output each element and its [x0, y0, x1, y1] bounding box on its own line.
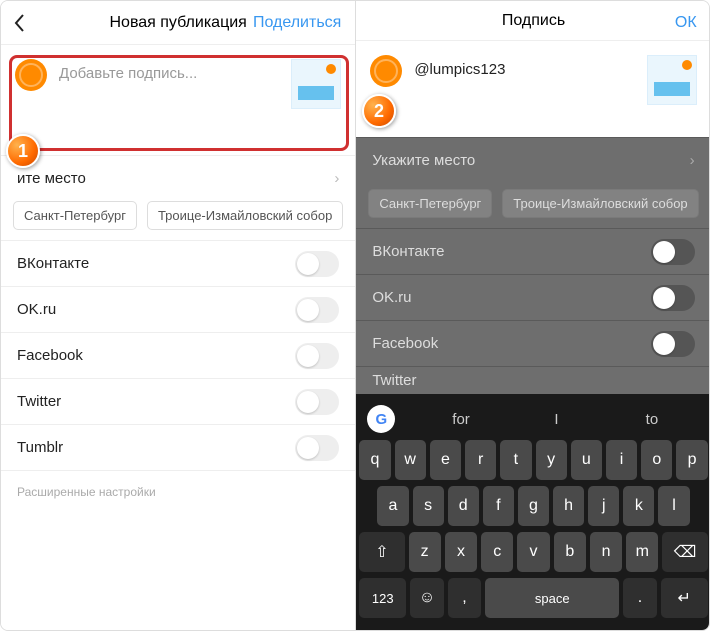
screen-new-post: Новая публикация Поделиться Добавьте под… [1, 1, 355, 630]
key-v[interactable]: v [517, 532, 549, 572]
key-m[interactable]: m [626, 532, 658, 572]
key-d[interactable]: d [448, 486, 479, 526]
suggestion-3[interactable]: to [604, 411, 699, 428]
key-emoji[interactable]: ☺ [410, 578, 444, 618]
screen-caption-edit: Подпись ОК @lumpics123 Укажите место › С… [355, 1, 710, 630]
caption-area[interactable]: Добавьте подпись... [1, 45, 355, 155]
share-button[interactable]: Поделиться [253, 1, 341, 45]
header-title: Новая публикация [109, 14, 246, 32]
key-l[interactable]: l [658, 486, 689, 526]
avatar [370, 55, 402, 87]
key-row-3: ⇧ z x c v b n m ⌫ [359, 532, 707, 572]
key-f[interactable]: f [483, 486, 514, 526]
key-x[interactable]: x [445, 532, 477, 572]
callout-badge-1: 1 [6, 134, 40, 168]
google-icon[interactable]: G [367, 405, 395, 433]
key-p[interactable]: p [676, 440, 707, 480]
key-z[interactable]: z [409, 532, 441, 572]
share-vk[interactable]: ВКонтакте [1, 240, 355, 286]
dimmed-content: Укажите место › Санкт-Петербург Троице-И… [356, 137, 710, 394]
key-enter[interactable]: ↵ [661, 578, 708, 618]
key-backspace[interactable]: ⌫ [662, 532, 707, 572]
share-tumblr[interactable]: Tumblr [1, 424, 355, 470]
key-q[interactable]: q [359, 440, 390, 480]
location-row: Укажите место › [356, 137, 710, 183]
chevron-right-icon: › [690, 152, 695, 169]
share-ok[interactable]: OK.ru [1, 286, 355, 332]
caption-input[interactable]: Добавьте подпись... [59, 59, 279, 82]
suggestion-2[interactable]: I [509, 411, 604, 428]
header-title: Подпись [502, 12, 565, 30]
caption-area[interactable]: @lumpics123 [356, 41, 710, 137]
share-ok: OK.ru [356, 274, 710, 320]
key-g[interactable]: g [518, 486, 549, 526]
share-vk: ВКонтакте [356, 228, 710, 274]
key-comma[interactable]: , [448, 578, 482, 618]
key-numbers[interactable]: 123 [359, 578, 406, 618]
key-r[interactable]: r [465, 440, 496, 480]
toggle-facebook[interactable] [295, 343, 339, 369]
key-y[interactable]: y [536, 440, 567, 480]
chip-troitse[interactable]: Троице-Измайловский собор [147, 201, 343, 230]
post-thumbnail[interactable] [291, 59, 341, 109]
advanced-settings[interactable]: Расширенные настройки [1, 470, 355, 513]
key-row-2: a s d f g h j k l [359, 486, 707, 526]
toggle-twitter[interactable] [295, 389, 339, 415]
key-s[interactable]: s [413, 486, 444, 526]
key-a[interactable]: a [377, 486, 408, 526]
toggle-tumblr[interactable] [295, 435, 339, 461]
key-k[interactable]: k [623, 486, 654, 526]
header: Новая публикация Поделиться [1, 1, 355, 45]
key-e[interactable]: e [430, 440, 461, 480]
key-u[interactable]: u [571, 440, 602, 480]
post-thumbnail[interactable] [647, 55, 697, 105]
key-t[interactable]: t [500, 440, 531, 480]
key-o[interactable]: o [641, 440, 672, 480]
key-i[interactable]: i [606, 440, 637, 480]
key-w[interactable]: w [395, 440, 426, 480]
key-row-1: q w e r t y u i o p [359, 440, 707, 480]
ok-button[interactable]: ОК [675, 1, 697, 45]
share-facebook[interactable]: Facebook [1, 332, 355, 378]
toggle-ok[interactable] [295, 297, 339, 323]
chip-spb[interactable]: Санкт-Петербург [13, 201, 137, 230]
back-button[interactable] [13, 1, 27, 45]
location-chips: Санкт-Петербург Троице-Измайловский собо… [1, 201, 355, 240]
share-twitter[interactable]: Twitter [1, 378, 355, 424]
suggestion-bar: G for I to [359, 398, 707, 440]
key-shift[interactable]: ⇧ [359, 532, 404, 572]
share-twitter: Twitter [356, 366, 710, 394]
keyboard[interactable]: G for I to q w e r t y u i o p a s [356, 394, 710, 630]
key-period[interactable]: . [623, 578, 657, 618]
key-j[interactable]: j [588, 486, 619, 526]
callout-badge-2: 2 [362, 94, 396, 128]
key-space[interactable]: space [485, 578, 619, 618]
key-row-4: 123 ☺ , space . ↵ [359, 578, 707, 618]
key-n[interactable]: n [590, 532, 622, 572]
location-row[interactable]: ите место › [1, 155, 355, 201]
location-chips: Санкт-Петербург Троице-Измайловский собо… [356, 183, 710, 228]
key-b[interactable]: b [554, 532, 586, 572]
header: Подпись ОК [356, 1, 710, 41]
location-label: ите место [17, 170, 86, 187]
suggestion-1[interactable]: for [413, 411, 508, 428]
key-c[interactable]: c [481, 532, 513, 572]
avatar [15, 59, 47, 91]
chevron-right-icon: › [334, 170, 339, 187]
share-facebook: Facebook [356, 320, 710, 366]
key-h[interactable]: h [553, 486, 584, 526]
caption-input[interactable]: @lumpics123 [414, 55, 634, 78]
toggle-vk[interactable] [295, 251, 339, 277]
